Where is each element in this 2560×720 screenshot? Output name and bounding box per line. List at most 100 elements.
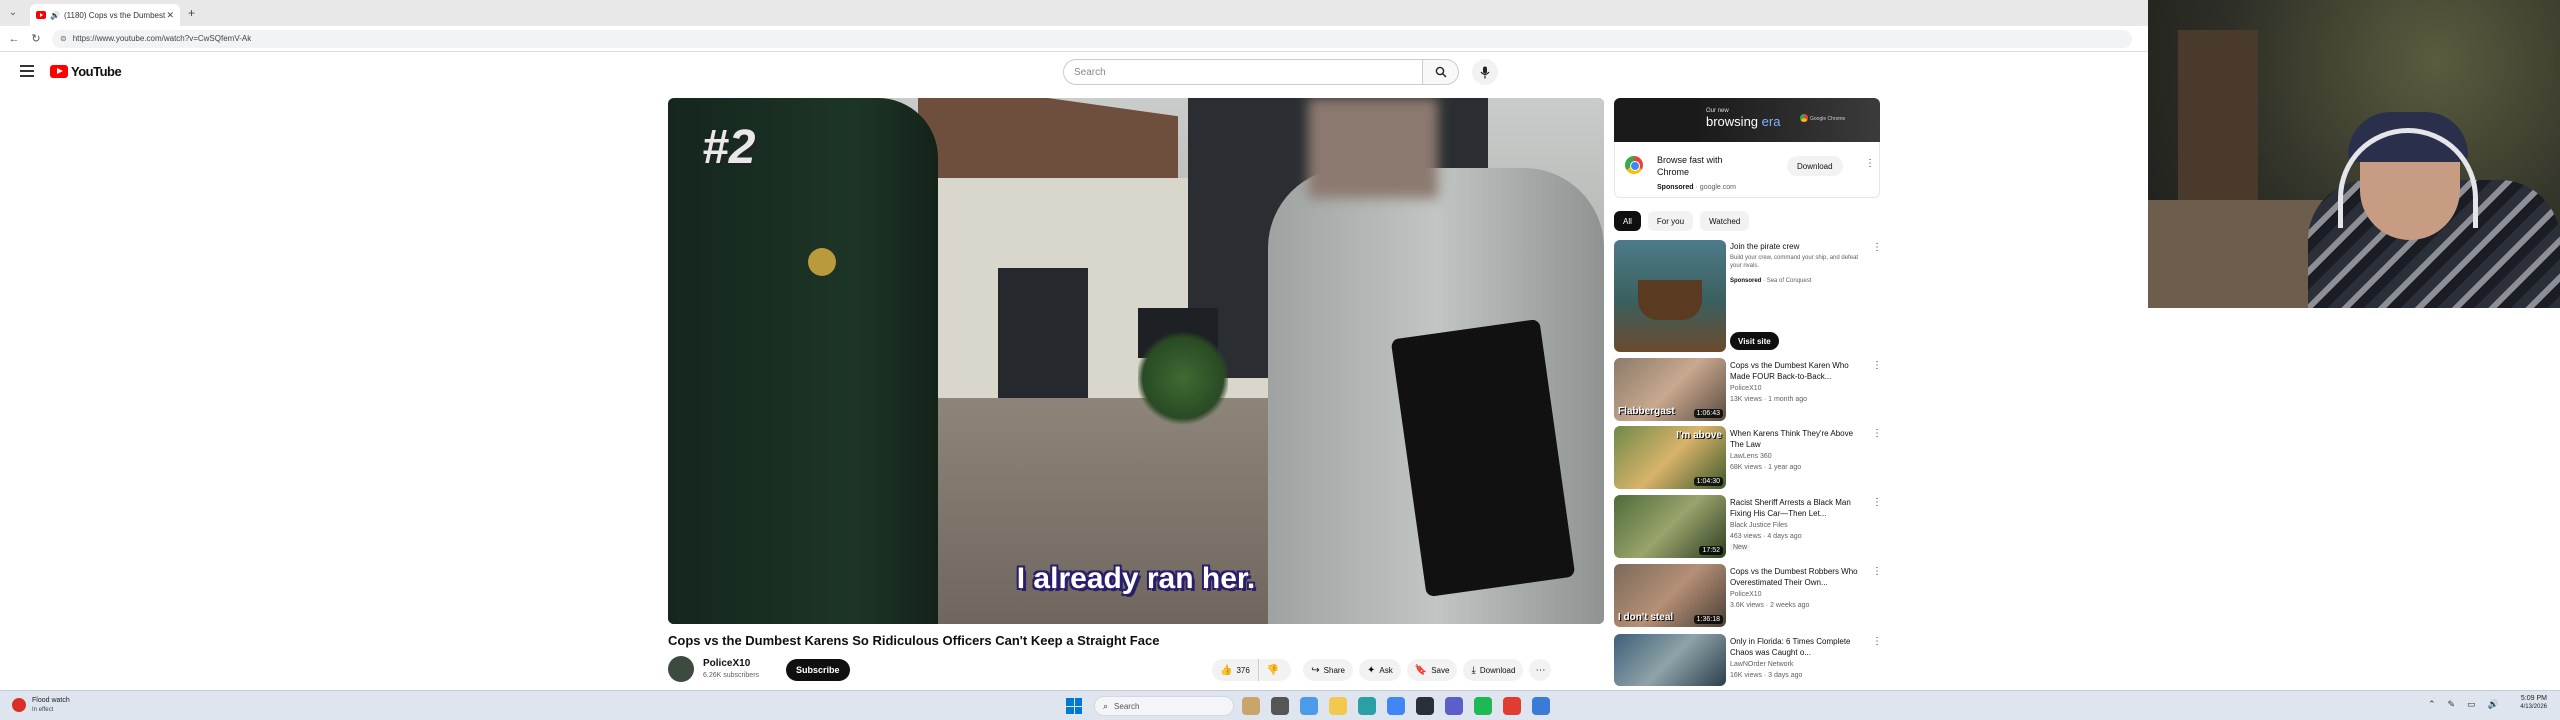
visit-site-button[interactable]: Visit site	[1730, 332, 1779, 350]
task-view-icon[interactable]	[1271, 697, 1289, 715]
video-frame-officer	[668, 98, 938, 624]
chip-watched[interactable]: Watched	[1700, 211, 1750, 231]
video-title: Cops vs the Dumbest Robbers Who Overesti…	[1730, 567, 1858, 587]
video-more-icon[interactable]: ⋮	[1872, 636, 1882, 647]
ad-banner-line2-a: browsing	[1706, 114, 1762, 129]
ask-label: Ask	[1379, 665, 1393, 675]
taskbar: Flood watch In effect ⌕ Search ⌃ ✎ ▭ 🔊 5…	[0, 690, 2560, 720]
video-title: Cops vs the Dumbest Karen Who Made FOUR …	[1730, 361, 1849, 381]
clock[interactable]: 5:09 PM 4/13/2026	[2497, 695, 2547, 710]
spotify-icon[interactable]	[1474, 697, 1492, 715]
start-button[interactable]	[1066, 698, 1082, 714]
list-item[interactable]: Flabbergast 1:06:43 Cops vs the Dumbest …	[1614, 358, 1884, 421]
tab-list-icon[interactable]: ⌄	[6, 6, 20, 20]
chrome-icon	[1625, 156, 1643, 174]
thumbs-up-icon: 👍	[1220, 664, 1233, 676]
chip-for-you[interactable]: For you	[1647, 211, 1694, 231]
webcam-overlay	[2148, 0, 2560, 308]
like-button[interactable]: 👍 376	[1212, 659, 1259, 681]
video-thumbnail[interactable]: Flabbergast 1:06:43	[1614, 358, 1726, 421]
browser-tab[interactable]: 🔊 (1180) Cops vs the Dumbest K ✕	[30, 4, 180, 26]
save-button[interactable]: 🔖 Save	[1406, 659, 1458, 681]
video-thumbnail[interactable]: 17:52	[1614, 495, 1726, 558]
ad-banner[interactable]: Our new browsing era Google Chrome	[1614, 98, 1880, 142]
youtube-logo[interactable]: YouTube	[50, 64, 122, 79]
url-field[interactable]: ⊜ https://www.youtube.com/watch?v=CwSQfe…	[52, 29, 2132, 48]
network-icon[interactable]: ▭	[2467, 699, 2476, 710]
app-icon[interactable]	[1416, 697, 1434, 715]
video-more-icon[interactable]: ⋮	[1872, 497, 1882, 508]
search-icon: ⌕	[1103, 700, 1109, 711]
video-rank-overlay: #2	[702, 121, 756, 174]
list-item[interactable]: I'm above 1:04:30 When Karens Think They…	[1614, 426, 1884, 489]
list-item[interactable]: I don't steal 1:36:18 Cops vs the Dumbes…	[1614, 564, 1884, 627]
new-badge: New	[1730, 544, 1751, 551]
list-item[interactable]: 17:52 Racist Sheriff Arrests a Black Man…	[1614, 495, 1884, 558]
chevron-up-icon[interactable]: ⌃	[2428, 699, 2436, 710]
video-duration: 1:36:18	[1693, 615, 1723, 624]
video-duration: 1:04:30	[1693, 477, 1723, 486]
video-thumbnail[interactable]: I don't steal 1:36:18	[1614, 564, 1726, 627]
video-more-icon[interactable]: ⋮	[1872, 360, 1882, 371]
share-button[interactable]: ↪ Share	[1303, 659, 1354, 681]
chrome-icon[interactable]	[1387, 697, 1405, 715]
ad-more-icon[interactable]: ⋮	[1865, 158, 1875, 169]
video-more-icon[interactable]: ⋮	[1872, 428, 1882, 439]
ad-download-button[interactable]: Download	[1787, 156, 1843, 176]
ad-domain: google.com	[1699, 184, 1736, 191]
search-input[interactable]: Search	[1063, 59, 1423, 85]
app-icon[interactable]	[1445, 697, 1463, 715]
channel-name[interactable]: LawNOrder Network	[1730, 661, 1793, 668]
thumbnail-overlay-text: I'm above	[1676, 430, 1722, 441]
channel-name[interactable]: PoliceX10	[1730, 385, 1762, 392]
app-icon[interactable]	[1532, 697, 1550, 715]
more-actions-icon[interactable]: ⋯	[1529, 659, 1552, 681]
channel-name[interactable]: Black Justice Files	[1730, 522, 1788, 529]
taskbar-search[interactable]: ⌕ Search	[1094, 696, 1234, 716]
file-explorer-icon[interactable]	[1329, 697, 1347, 715]
app-icon[interactable]	[1503, 697, 1521, 715]
video-thumbnail[interactable]: I'm above 1:04:30	[1614, 426, 1726, 489]
video-player[interactable]: #2 I already ran her.	[668, 98, 1604, 624]
sponsored-description: Build your crew, command your ship, and …	[1730, 255, 1859, 269]
bookmark-icon: 🔖	[1414, 664, 1428, 676]
download-button[interactable]: ⤓ Download	[1463, 659, 1524, 681]
video-title: When Karens Think They're Above The Law	[1730, 429, 1854, 449]
close-tab-icon[interactable]: ✕	[166, 10, 174, 21]
chip-all[interactable]: All	[1614, 211, 1641, 231]
sponsored-title: Join the pirate crew	[1730, 242, 1800, 251]
weather-alert-icon	[12, 698, 26, 712]
list-item[interactable]: Only in Florida: 6 Times Complete Chaos …	[1614, 634, 1884, 686]
channel-name[interactable]: PoliceX10	[1730, 591, 1762, 598]
search-button[interactable]	[1423, 59, 1459, 85]
voice-search-button[interactable]	[1472, 59, 1498, 85]
subscribe-button[interactable]: Subscribe	[786, 659, 850, 681]
new-tab-button[interactable]: +	[188, 6, 195, 20]
video-title: Only in Florida: 6 Times Complete Chaos …	[1730, 637, 1851, 657]
ask-button[interactable]: ✦ Ask	[1359, 659, 1401, 681]
pen-icon[interactable]: ✎	[2448, 699, 2456, 710]
filter-chips: All For you Watched	[1614, 211, 1756, 231]
weather-line1: Flood watch	[32, 697, 70, 704]
sponsored-thumbnail[interactable]	[1614, 240, 1726, 352]
ad-card[interactable]: Browse fast with Chrome Sponsored · goog…	[1614, 142, 1880, 198]
channel-name[interactable]: LawLens 360	[1730, 453, 1772, 460]
ad-meta: Sponsored · google.com	[1657, 184, 1736, 191]
reload-icon[interactable]: ↻	[28, 32, 44, 45]
sponsored-more-icon[interactable]: ⋮	[1872, 242, 1882, 253]
video-more-icon[interactable]: ⋮	[1872, 566, 1882, 577]
back-icon[interactable]: ←	[6, 33, 22, 45]
app-icon[interactable]	[1242, 697, 1260, 715]
channel-avatar[interactable]	[668, 656, 694, 682]
edge-icon[interactable]	[1358, 697, 1376, 715]
menu-icon[interactable]	[20, 65, 34, 77]
site-info-icon[interactable]: ⊜	[60, 34, 67, 43]
url-text: https://www.youtube.com/watch?v=CwSQfemV…	[72, 34, 252, 43]
dislike-button[interactable]: 👎	[1258, 659, 1292, 681]
browser-tab-bar: ⌄ 🔊 (1180) Cops vs the Dumbest K ✕ +	[0, 0, 2148, 26]
sponsored-card[interactable]: Join the pirate crew Build your crew, co…	[1614, 240, 1884, 352]
video-thumbnail[interactable]	[1614, 634, 1726, 686]
channel-name[interactable]: PoliceX10	[703, 658, 750, 669]
speaker-icon[interactable]: 🔊	[50, 11, 60, 20]
app-icon[interactable]	[1300, 697, 1318, 715]
